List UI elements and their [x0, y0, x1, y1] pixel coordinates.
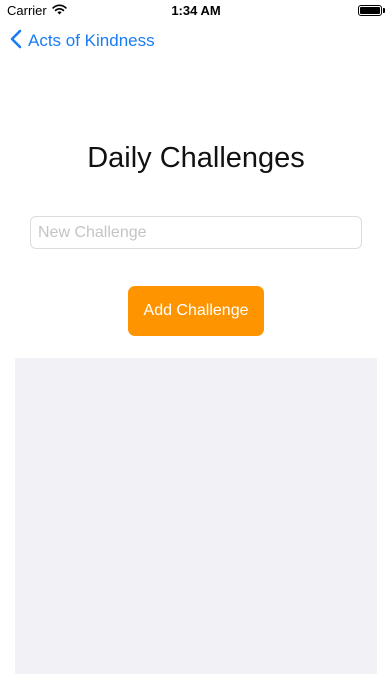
battery-icon — [358, 5, 382, 16]
battery-cap — [383, 8, 385, 13]
back-button[interactable]: Acts of Kindness — [10, 28, 155, 54]
challenge-list[interactable] — [15, 358, 377, 674]
add-challenge-button[interactable]: Add Challenge — [128, 286, 264, 336]
status-bar: Carrier 1:34 AM — [0, 0, 392, 22]
page-title: Daily Challenges — [87, 142, 305, 174]
status-time: 1:34 AM — [171, 3, 221, 18]
battery-level — [360, 7, 380, 14]
back-label: Acts of Kindness — [28, 31, 155, 50]
new-challenge-input[interactable] — [30, 216, 362, 249]
app-screen: Carrier 1:34 AM Acts of Kindness Daily C… — [0, 0, 392, 696]
chevron-left-icon — [10, 29, 22, 54]
